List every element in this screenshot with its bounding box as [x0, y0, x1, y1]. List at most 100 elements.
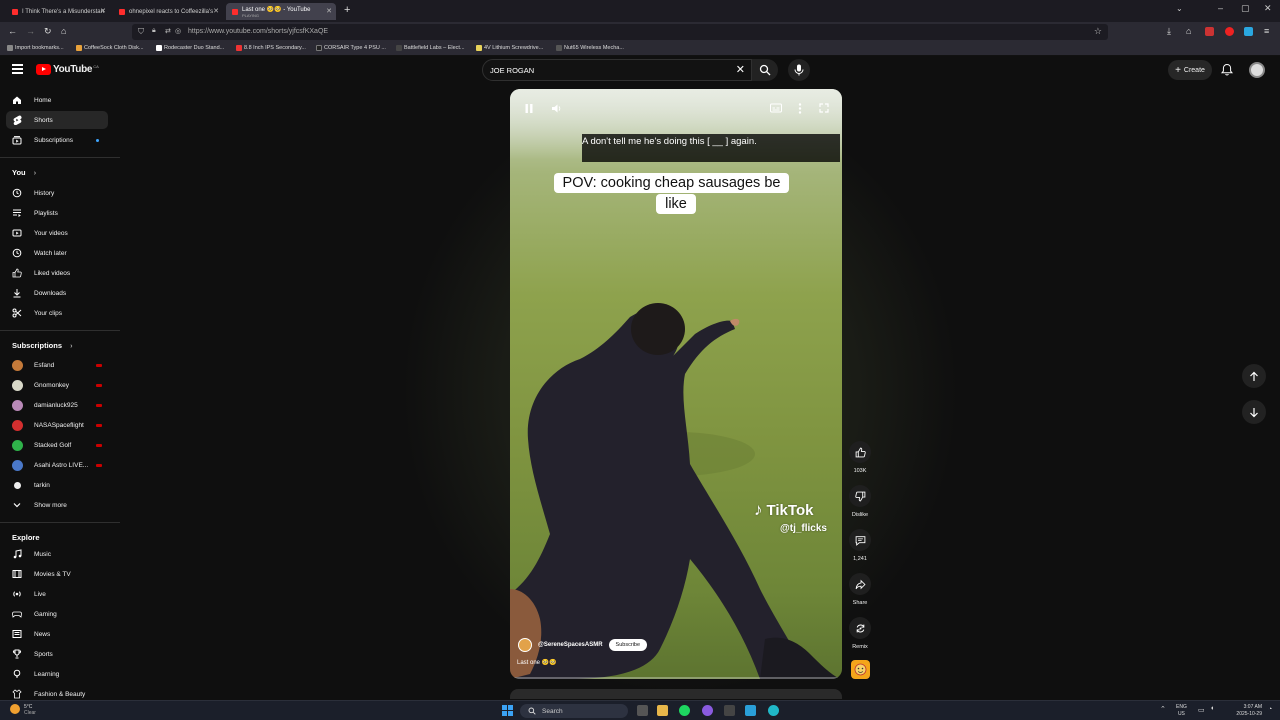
sidebar-item-live[interactable]: Live — [6, 585, 108, 603]
subscribe-button[interactable]: Subscribe — [608, 639, 648, 651]
sidebar-item-music[interactable]: Music — [6, 545, 108, 563]
home-icon[interactable]: ⌂ — [61, 26, 66, 36]
app-icon[interactable] — [702, 705, 713, 716]
downloads-icon[interactable]: ⤓ — [1167, 26, 1171, 37]
browser-tab-active[interactable]: Last one 🥺🥺 - YouTube PLAYING ✕ — [226, 3, 336, 20]
volume-button[interactable] — [549, 101, 563, 115]
bookmark-item[interactable]: CoffeeSock Cloth Disk... — [76, 45, 144, 51]
extension-icon[interactable] — [1205, 27, 1214, 36]
browser-app-icon[interactable] — [768, 705, 779, 716]
sidebar-item-liked-videos[interactable]: Liked videos — [6, 264, 108, 282]
captions-button[interactable] — [769, 101, 783, 115]
dislike-button[interactable]: Dislike — [846, 485, 874, 518]
comments-button[interactable]: 1,241 — [846, 529, 874, 562]
subscription-channel[interactable]: Esfand — [6, 356, 108, 374]
channel-avatar[interactable] — [518, 638, 532, 652]
sidebar-item-playlists[interactable]: Playlists — [6, 204, 108, 222]
address-bar[interactable]: ⛉ 🔒︎ ⇄ ◎ https://www.youtube.com/shorts/… — [132, 24, 1108, 40]
you-section-heading[interactable]: You › — [12, 168, 36, 177]
extension-icon[interactable] — [1244, 27, 1253, 36]
remix-button[interactable]: Remix — [846, 617, 874, 650]
weather-widget[interactable]: 5°C Clear — [10, 704, 36, 716]
sidebar-item-gaming[interactable]: Gaming — [6, 605, 108, 623]
chevron-down-icon[interactable]: ⌄ — [1176, 4, 1183, 13]
bookmark-item[interactable]: Nut65 Wireless Mecha... — [556, 45, 624, 51]
notifications-bell-icon[interactable] — [1221, 63, 1233, 76]
chevron-up-icon[interactable]: ⌃ — [1160, 705, 1166, 713]
new-tab-icon[interactable]: + — [344, 4, 350, 16]
subscription-channel[interactable]: Gnomonkey — [6, 376, 108, 394]
close-tab-icon[interactable]: ✕ — [100, 7, 106, 15]
subscription-channel[interactable]: tarkin — [6, 476, 108, 494]
browser-tab[interactable]: I Think There's a Misunderstan ✕ — [6, 3, 110, 20]
url-text[interactable]: https://www.youtube.com/shorts/yjfcsfKXa… — [188, 28, 328, 35]
sidebar-item-subscriptions[interactable]: Subscriptions — [6, 131, 108, 149]
next-short-button[interactable] — [1242, 400, 1266, 424]
sidebar-item-shorts[interactable]: Shorts — [6, 111, 108, 129]
file-explorer-icon[interactable] — [657, 705, 668, 716]
close-tab-icon[interactable]: ✕ — [326, 7, 332, 15]
sidebar-item-learning[interactable]: Learning — [6, 665, 108, 683]
subscriptions-section-heading[interactable]: Subscriptions › — [12, 341, 72, 350]
permissions-icon[interactable]: ⇄ — [165, 27, 171, 35]
bookmark-item[interactable]: Battlefield Labs – Elect... — [396, 45, 465, 51]
bookmark-item[interactable]: Import bookmarks... — [7, 45, 64, 51]
sidebar-item-your-clips[interactable]: Your clips — [6, 304, 108, 322]
search-input[interactable]: JOE ROGAN ✕ — [482, 59, 752, 81]
sidebar-item-history[interactable]: History — [6, 184, 108, 202]
sidebar-item-home[interactable]: Home — [6, 91, 108, 109]
back-icon[interactable]: ← — [8, 26, 17, 36]
progress-bar[interactable] — [510, 677, 842, 679]
maximize-icon[interactable]: ▢ — [1241, 3, 1250, 14]
shorts-video-player[interactable]: A don't tell me he's doing this [ __ ] a… — [510, 89, 842, 679]
like-button[interactable]: 103K — [846, 441, 874, 474]
extension-icon[interactable] — [1225, 27, 1234, 36]
browser-tab[interactable]: ohnepixel reacts to Coffeezilla's ✕ — [113, 3, 223, 20]
network-icon[interactable]: ▭ — [1198, 706, 1205, 714]
sidebar-item-fashion-beauty[interactable]: Fashion & Beauty — [6, 685, 108, 700]
app-icon[interactable] — [724, 705, 735, 716]
more-options-button[interactable] — [793, 101, 807, 115]
bookmark-item[interactable]: 8.8 Inch IPS Secondary... — [236, 45, 306, 51]
previous-short-button[interactable] — [1242, 364, 1266, 388]
minimize-icon[interactable]: – — [1218, 3, 1223, 13]
close-tab-icon[interactable]: ✕ — [213, 7, 219, 15]
sidebar-item-your-videos[interactable]: Your videos — [6, 224, 108, 242]
voice-search-button[interactable] — [788, 59, 810, 81]
bookmark-item[interactable]: CORSAIR Type 4 PSU ... — [316, 45, 386, 51]
account-avatar[interactable] — [1249, 62, 1265, 78]
video-title[interactable]: Last one 🥺🥺 — [517, 659, 557, 666]
subscription-channel[interactable]: Stacked Golf — [6, 436, 108, 454]
lock-icon[interactable]: 🔒︎ — [152, 27, 156, 35]
channel-name[interactable]: @SereneSpacesASMR — [538, 642, 603, 648]
clear-search-icon[interactable]: ✕ — [736, 63, 745, 76]
extension-icon[interactable]: ⌂ — [1186, 26, 1191, 36]
pause-button[interactable] — [522, 101, 536, 115]
window-close-icon[interactable]: ✕ — [1264, 3, 1272, 14]
forward-icon[interactable]: → — [26, 26, 35, 36]
spotify-icon[interactable] — [679, 705, 690, 716]
subscription-channel[interactable]: Asahi Astro LIVE... — [6, 456, 108, 474]
search-button[interactable] — [752, 59, 778, 81]
show-more-button[interactable]: Show more — [6, 496, 108, 514]
bookmark-item[interactable]: 4V Lithium Screwdrive... — [476, 45, 543, 51]
reload-icon[interactable]: ↻ — [44, 26, 52, 37]
system-clock[interactable]: 3:07 AM 2025-10-29 — [1222, 704, 1262, 718]
task-view-icon[interactable] — [637, 705, 648, 716]
sound-thumbnail[interactable] — [851, 660, 870, 679]
subscription-channel[interactable]: NASASpaceflight — [6, 416, 108, 434]
sidebar-item-downloads[interactable]: Downloads — [6, 284, 108, 302]
create-button[interactable]: + Create — [1168, 60, 1212, 80]
sidebar-item-watch-later[interactable]: Watch later — [6, 244, 108, 262]
picture-in-picture-icon[interactable]: ◎ — [175, 27, 181, 35]
next-short-preview[interactable] — [510, 689, 842, 699]
notifications-icon[interactable]: ◔ — [1268, 706, 1272, 713]
star-bookmark-icon[interactable]: ☆ — [1094, 26, 1102, 37]
youtube-logo[interactable]: YouTube CA — [36, 64, 99, 75]
bookmark-item[interactable]: Rodecaster Duo Stand... — [156, 45, 224, 51]
fullscreen-button[interactable] — [817, 101, 831, 115]
hamburger-menu-icon[interactable] — [12, 64, 23, 74]
subscription-channel[interactable]: damianluck925 — [6, 396, 108, 414]
sidebar-item-movies-tv[interactable]: Movies & TV — [6, 565, 108, 583]
app-menu-icon[interactable]: ≡ — [1264, 26, 1269, 36]
